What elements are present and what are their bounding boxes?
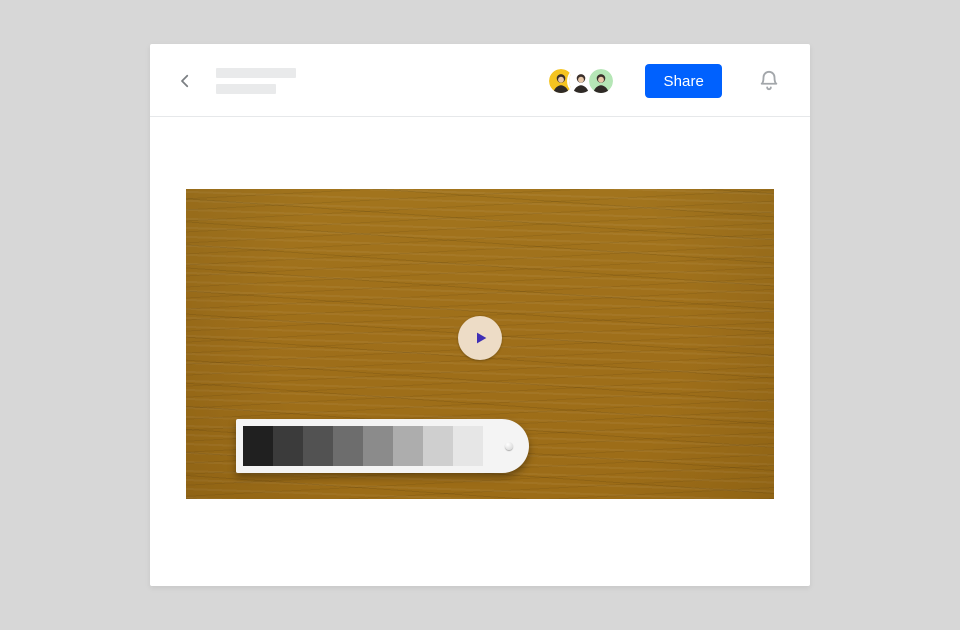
header-bar: Share xyxy=(150,44,810,117)
swatch xyxy=(453,426,483,466)
share-button[interactable]: Share xyxy=(645,64,722,98)
video-preview xyxy=(186,189,774,499)
swatch xyxy=(363,426,393,466)
pivot-dot xyxy=(505,442,513,450)
play-button[interactable] xyxy=(458,316,502,360)
collaborator-avatars[interactable] xyxy=(547,67,615,95)
back-button[interactable] xyxy=(172,68,198,94)
app-window: Share xyxy=(150,44,810,586)
chevron-left-icon xyxy=(176,72,194,90)
swatch xyxy=(423,426,453,466)
swatch xyxy=(243,426,273,466)
swatch-card xyxy=(236,419,529,473)
title-line-2 xyxy=(216,84,276,94)
swatch xyxy=(273,426,303,466)
notifications-button[interactable] xyxy=(754,66,784,96)
bell-icon xyxy=(758,70,780,92)
swatch xyxy=(303,426,333,466)
title-line-1 xyxy=(216,68,296,78)
title-placeholder xyxy=(216,68,296,94)
swatch xyxy=(333,426,363,466)
play-icon xyxy=(473,330,489,346)
swatch xyxy=(393,426,423,466)
preview-area xyxy=(150,117,810,586)
avatar[interactable] xyxy=(587,67,615,95)
